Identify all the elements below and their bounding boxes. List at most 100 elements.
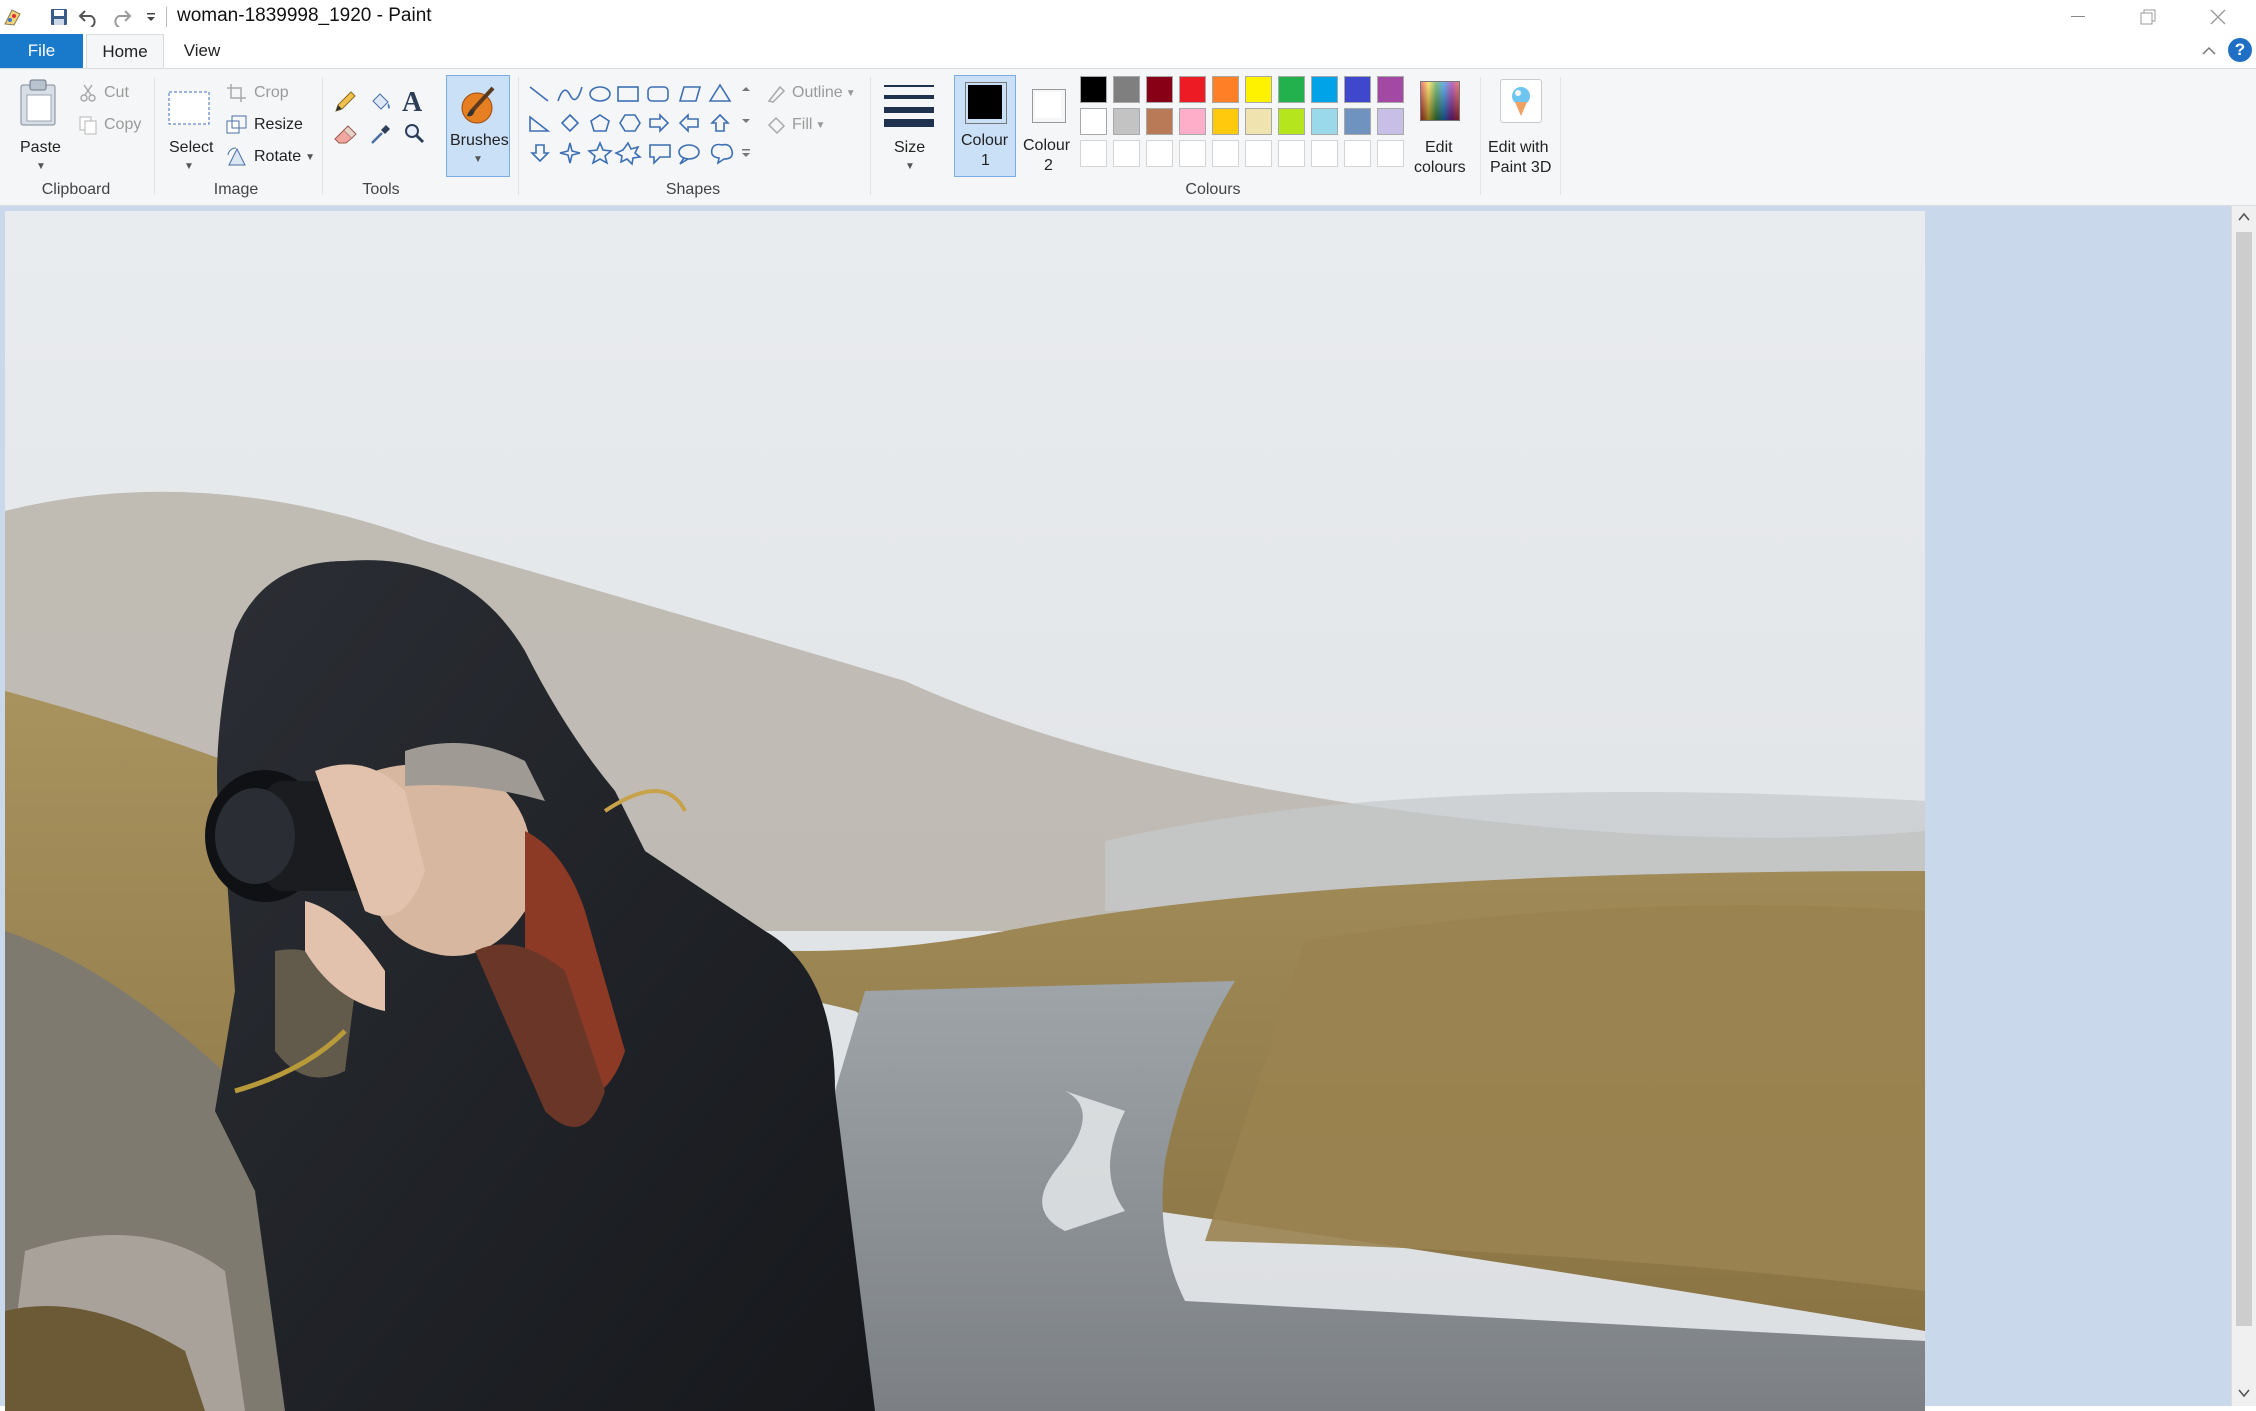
palette-custom-slot[interactable] [1278, 140, 1305, 167]
colour2-label: Colour [1023, 137, 1071, 154]
palette-swatch[interactable] [1146, 108, 1173, 135]
edit-colours-button[interactable]: Edit colours [1410, 77, 1468, 177]
palette-swatch[interactable] [1080, 76, 1107, 103]
redo-icon[interactable] [108, 4, 134, 30]
customize-qat-icon[interactable] [138, 4, 164, 30]
cut-button[interactable]: Cut [78, 81, 129, 105]
shapes-icon-grid [529, 83, 750, 166]
copy-label: Copy [104, 116, 142, 133]
select-label: Select [169, 139, 214, 156]
crop-label: Crop [254, 84, 289, 101]
tab-home[interactable]: Home [86, 34, 164, 69]
palette-swatch[interactable] [1113, 76, 1140, 103]
image-canvas[interactable] [5, 211, 1925, 1411]
colour2-button[interactable]: Colour 2 [1020, 75, 1076, 177]
palette-custom-slot[interactable] [1080, 140, 1107, 167]
brushes-button[interactable]: Brushes ▼ [446, 75, 510, 177]
crop-button[interactable]: Crop [226, 81, 289, 105]
fill-dropdown-icon: ▼ [815, 119, 826, 131]
eraser-icon[interactable] [332, 121, 358, 147]
size-button[interactable]: Size ▼ [878, 77, 940, 177]
divider [1560, 77, 1561, 195]
palette-custom-slot[interactable] [1377, 140, 1404, 167]
palette-custom-slot[interactable] [1146, 140, 1173, 167]
window-title: woman-1839998_1920 - Paint [177, 5, 432, 26]
resize-label: Resize [254, 116, 303, 133]
brushes-label: Brushes [450, 132, 509, 149]
palette-swatch[interactable] [1344, 108, 1371, 135]
palette-custom-slot[interactable] [1311, 140, 1338, 167]
save-icon[interactable] [46, 4, 72, 30]
palette-swatch[interactable] [1311, 108, 1338, 135]
paste-button[interactable]: Paste ▼ [12, 77, 68, 177]
outline-brush-icon [767, 85, 786, 103]
pencil-icon[interactable] [332, 89, 358, 115]
palette-custom-slot[interactable] [1245, 140, 1272, 167]
paint3d-label-1: Edit with [1488, 139, 1549, 156]
palette-swatch[interactable] [1146, 76, 1173, 103]
undo-icon[interactable] [76, 4, 102, 30]
title-bar: woman-1839998_1920 - Paint [0, 0, 2256, 34]
brushes-dropdown-icon: ▼ [473, 154, 483, 165]
minimize-button[interactable] [2046, 0, 2110, 34]
copy-icon [79, 116, 97, 135]
close-button[interactable] [2186, 0, 2250, 34]
palette-swatch[interactable] [1113, 108, 1140, 135]
paste-label: Paste [20, 139, 61, 156]
tab-file[interactable]: File [0, 34, 83, 68]
palette-swatch[interactable] [1080, 108, 1107, 135]
title-divider [166, 7, 167, 27]
fill-button[interactable]: Fill ▼ [766, 113, 825, 137]
colour-picker-icon[interactable] [368, 121, 394, 147]
paint-app-icon[interactable] [0, 4, 26, 30]
colour2-swatch [1032, 89, 1066, 123]
vertical-scrollbar[interactable] [2231, 206, 2256, 1406]
tab-view[interactable]: View [172, 34, 232, 68]
select-rectangle-icon [168, 91, 210, 125]
resize-button[interactable]: Resize [226, 113, 303, 137]
text-tool-icon[interactable]: A [402, 87, 430, 118]
palette-swatch[interactable] [1245, 76, 1272, 103]
colour2-fill [1035, 92, 1061, 118]
palette-custom-slot[interactable] [1179, 140, 1206, 167]
palette-swatch[interactable] [1179, 76, 1206, 103]
help-icon[interactable]: ? [2228, 38, 2252, 62]
ribbon-tab-row [0, 34, 2256, 68]
palette-swatch[interactable] [1245, 108, 1272, 135]
palette-swatch[interactable] [1212, 108, 1239, 135]
scroll-up-icon[interactable] [2237, 210, 2251, 224]
palette-swatch[interactable] [1344, 76, 1371, 103]
colour-palette [1080, 76, 1410, 176]
divider [518, 77, 519, 195]
crop-icon [227, 84, 246, 102]
divider [154, 77, 155, 195]
select-button[interactable]: Select ▼ [164, 77, 216, 177]
shapes-gallery[interactable] [526, 81, 756, 171]
image-group-label: Image [213, 181, 259, 198]
palette-swatch[interactable] [1377, 76, 1404, 103]
magnifier-icon[interactable] [402, 121, 428, 147]
palette-swatch[interactable] [1212, 76, 1239, 103]
divider [322, 77, 323, 195]
fill-bucket-icon[interactable] [368, 89, 394, 115]
colour-spectrum-icon [1420, 81, 1460, 121]
edit-with-paint3d-button[interactable]: Edit with Paint 3D [1484, 77, 1556, 177]
copy-button[interactable]: Copy [78, 113, 141, 137]
scroll-thumb[interactable] [2236, 232, 2252, 1326]
outline-button[interactable]: Outline ▼ [766, 81, 856, 105]
palette-swatch[interactable] [1311, 76, 1338, 103]
palette-custom-slot[interactable] [1212, 140, 1239, 167]
palette-swatch[interactable] [1179, 108, 1206, 135]
colour1-fill [968, 85, 1002, 119]
collapse-ribbon-icon[interactable] [2198, 40, 2220, 62]
rotate-button[interactable]: Rotate ▼ [226, 145, 315, 169]
palette-swatch[interactable] [1377, 108, 1404, 135]
colour1-button[interactable]: Colour 1 [954, 75, 1016, 177]
palette-custom-slot[interactable] [1344, 140, 1371, 167]
palette-swatch[interactable] [1278, 108, 1305, 135]
restore-button[interactable] [2116, 0, 2180, 34]
palette-swatch[interactable] [1278, 76, 1305, 103]
line-size-icon [884, 85, 934, 127]
palette-custom-slot[interactable] [1113, 140, 1140, 167]
scroll-down-icon[interactable] [2237, 1386, 2251, 1400]
